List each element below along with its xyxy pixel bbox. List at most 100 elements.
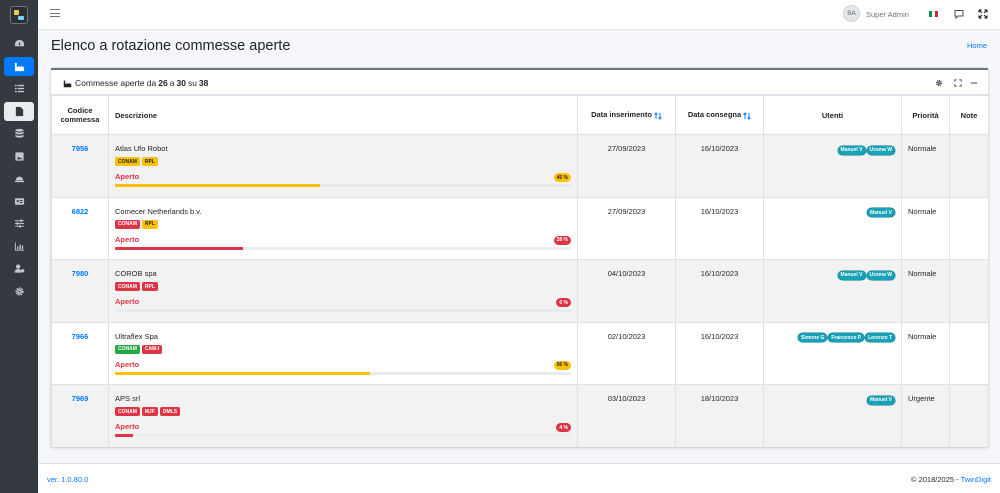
commessa-code-link[interactable]: 7956 [72, 144, 89, 153]
brand[interactable] [0, 0, 38, 30]
card-title-to: 30 [176, 78, 186, 88]
user-badge[interactable]: Lorenzo T [865, 333, 895, 342]
gear-icon[interactable] [935, 79, 943, 87]
col-header-date-insert[interactable]: Data inserimento [577, 95, 676, 135]
progress-percent-badge: 28 % [553, 235, 571, 245]
sort-icon[interactable] [743, 111, 752, 120]
cell-date-delivery: 16/10/2023 [675, 259, 764, 323]
sort-icon[interactable] [654, 111, 662, 120]
sidebar-item-users[interactable] [4, 259, 34, 278]
user-badge[interactable]: Simone G [798, 333, 828, 342]
cell-description: Atlas Ufo Robot CONAM RPL Aperto 45 % [108, 134, 578, 198]
copyright-text: © 2018/2025 - [910, 475, 961, 484]
tag-badge: CONAM [115, 282, 140, 291]
company-link[interactable]: TwinDigit [961, 475, 991, 484]
commesse-card: Commesse aperte da 26 a 30 su 38 Codice … [51, 68, 988, 447]
cell-users: Manuel V Uzoma W [763, 259, 902, 323]
commessa-code-link[interactable]: 7980 [72, 269, 89, 278]
breadcrumb-home[interactable]: Home [967, 41, 987, 50]
tag-badge: CONAM [115, 219, 140, 229]
comment-icon[interactable] [954, 9, 964, 19]
minus-icon[interactable] [970, 79, 978, 87]
tag-list: CONAM CAM-I [115, 344, 571, 354]
progress-percent-badge: 45 % [553, 173, 571, 182]
user-badge[interactable]: Manuel V [837, 145, 866, 155]
user-badge[interactable]: Manuel V [837, 270, 866, 280]
commessa-name: Ultraflex Spa [115, 331, 158, 341]
tag-badge: CONAM [115, 157, 140, 166]
tag-list: CONAM RPL [115, 282, 571, 291]
tag-list: CONAM RPL [115, 157, 571, 166]
chart-icon [14, 241, 24, 251]
progress-bar-track [115, 309, 571, 312]
sidebar-item-conveyor[interactable] [4, 169, 34, 188]
card-title-sep2: su [187, 78, 197, 88]
cell-description: Ultraflex Spa CONAM CAM-I Aperto 56 % [108, 321, 578, 385]
tag-badge: DMLS [159, 407, 181, 416]
progress-bar-track [115, 246, 571, 250]
sidebar-item-invoice[interactable] [4, 101, 34, 121]
maximize-icon[interactable] [954, 79, 962, 87]
sliders-icon [14, 219, 24, 228]
cell-priority: Urgente [901, 384, 950, 447]
footer: ver. 1.0.80.0 © 2018/2025 - TwinDigit [38, 463, 1000, 493]
tag-badge: RPL [141, 282, 158, 291]
sidebar-item-database[interactable] [4, 124, 34, 143]
commessa-code-link[interactable]: 7966 [72, 332, 89, 341]
user-badge[interactable]: Uzoma W [866, 145, 895, 155]
table-row[interactable]: 7969 APS srl CONAM MJF DMLS Aperto 4 % 03/… [51, 384, 988, 447]
sidebar-item-commesse[interactable] [4, 56, 34, 76]
table-row[interactable]: 7966 Ultraflex Spa CONAM CAM-I Aperto 56 … [51, 321, 988, 385]
cell-users: Manuel V [763, 384, 902, 447]
expand-icon[interactable] [978, 9, 988, 19]
progress-percent-badge: 4 % [556, 423, 571, 432]
sidebar-item-list[interactable] [4, 79, 34, 98]
col-header-code: Codice commessa [51, 95, 109, 135]
table-row[interactable]: 6822 Comecer Netherlands b.v. CONAM RPL A… [51, 196, 988, 260]
cell-code: 7980 [51, 259, 109, 323]
status-label: Aperto [115, 422, 140, 431]
brand-logo-icon[interactable] [10, 6, 28, 24]
hamburger-icon[interactable] [50, 9, 60, 19]
user-badge[interactable]: Uzoma W [866, 270, 895, 280]
list-icon [14, 84, 24, 93]
table-row[interactable]: 7956 Atlas Ufo Robot CONAM RPL Aperto 45 … [51, 134, 988, 198]
card-title-sep1: a [169, 78, 175, 88]
user-badge[interactable]: Francesco P [828, 333, 865, 342]
user-badge[interactable]: Manuel V [867, 208, 895, 217]
col-header-users: Utenti [763, 95, 902, 135]
sidebar-item-dashboard[interactable] [4, 34, 34, 53]
cell-notes [949, 321, 988, 385]
cell-date-delivery: 16/10/2023 [675, 321, 764, 385]
user-badge[interactable]: Manuel V [867, 395, 895, 405]
italy-flag-icon[interactable] [929, 11, 938, 17]
cell-date-insert: 02/10/2023 [577, 321, 676, 385]
tag-list: CONAM MJF DMLS [115, 407, 571, 416]
cell-priority: Normale [901, 321, 950, 385]
version-link[interactable]: ver. 1.0.80.0 [47, 475, 88, 484]
cell-notes [949, 134, 988, 198]
col-header-date-insert-label: Data inserimento [591, 110, 652, 120]
progress-bar-fill [115, 246, 243, 250]
commessa-code-link[interactable]: 6822 [72, 207, 89, 216]
table-row[interactable]: 7980 COROB spa CONAM RPL Aperto 0 % 04/10… [51, 259, 988, 323]
page-title: Elenco a rotazione commesse aperte [51, 38, 291, 54]
status-line: Aperto 0 % [115, 297, 571, 307]
avatar[interactable]: SA [843, 5, 860, 22]
sidebar-item-settings-sliders[interactable] [4, 214, 34, 233]
sidebar-item-image[interactable] [4, 147, 34, 166]
tag-badge: RPL [141, 219, 158, 229]
status-label: Aperto [115, 359, 140, 369]
cell-date-insert: 27/09/2023 [577, 134, 676, 198]
sidebar-item-gear[interactable] [4, 282, 34, 301]
id-card-icon [14, 197, 24, 205]
sidebar-item-badge[interactable] [4, 192, 34, 211]
tag-badge: MJF [141, 407, 158, 416]
status-line: Aperto 4 % [115, 422, 571, 432]
cell-notes [949, 259, 988, 323]
sidebar-item-reports[interactable] [4, 237, 34, 256]
user-name[interactable]: Super Admin [866, 10, 909, 19]
col-header-date-delivery[interactable]: Data consegna [675, 95, 764, 135]
commessa-code-link[interactable]: 7969 [72, 394, 89, 403]
tag-badge: RPL [141, 157, 158, 166]
